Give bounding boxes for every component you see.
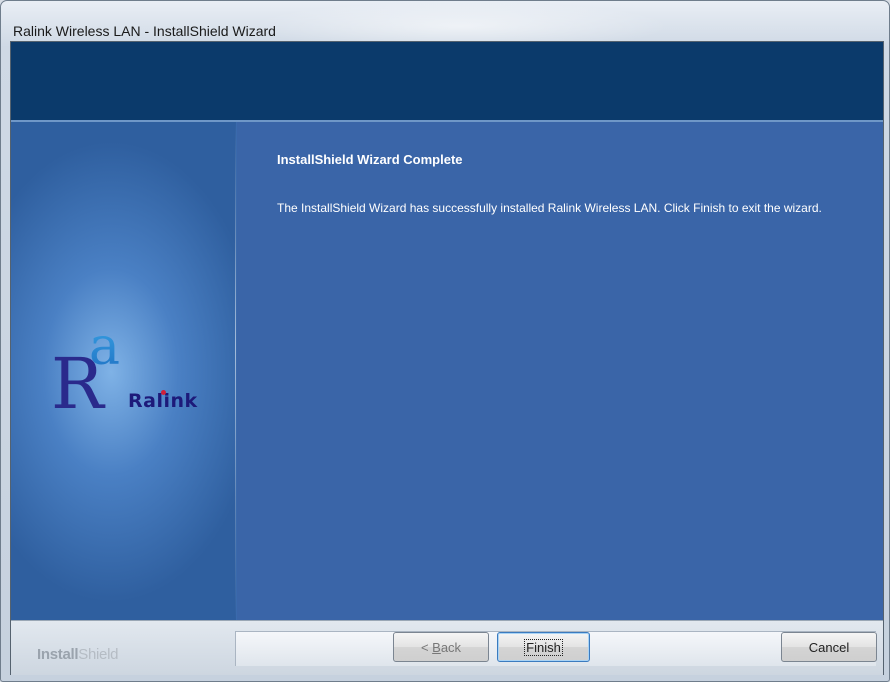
- ralink-wordmark: Ralink: [128, 390, 198, 412]
- completion-heading: InstallShield Wizard Complete: [277, 152, 463, 167]
- back-label-prefix: <: [420, 639, 433, 655]
- completion-message: The InstallShield Wizard has successfull…: [277, 201, 822, 215]
- finish-button[interactable]: Finish: [497, 632, 590, 662]
- cancel-label: Cancel: [808, 639, 850, 655]
- ralink-logo: a R Ralink: [49, 317, 234, 425]
- installer-window: Ralink Wireless LAN - InstallShield Wiza…: [0, 0, 890, 682]
- title-bar-glass: [251, 1, 671, 43]
- side-divider: [235, 122, 236, 620]
- wizard-client-area: a R Ralink InstallShield Wizard Complete…: [10, 41, 884, 675]
- window-title: Ralink Wireless LAN - InstallShield Wiza…: [13, 23, 276, 39]
- back-label-access-key: B: [432, 639, 441, 655]
- side-panel: a R Ralink: [11, 122, 236, 620]
- wordmark-part-2: nk: [170, 390, 198, 412]
- brand-bold: Install: [37, 646, 79, 663]
- installshield-brand: InstallShield: [37, 646, 118, 663]
- back-button[interactable]: < Back: [393, 632, 489, 662]
- wordmark-part-1: Ral: [128, 390, 164, 412]
- svg-text:R: R: [51, 343, 106, 420]
- top-banner: [11, 42, 883, 120]
- brand-light: Shield: [78, 646, 119, 663]
- main-panel: InstallShield Wizard Complete The Instal…: [237, 122, 883, 620]
- cancel-button[interactable]: Cancel: [781, 632, 877, 662]
- finish-label: Finish: [524, 638, 563, 656]
- title-bar[interactable]: Ralink Wireless LAN - InstallShield Wiza…: [1, 1, 889, 43]
- back-label-rest: ack: [440, 639, 462, 655]
